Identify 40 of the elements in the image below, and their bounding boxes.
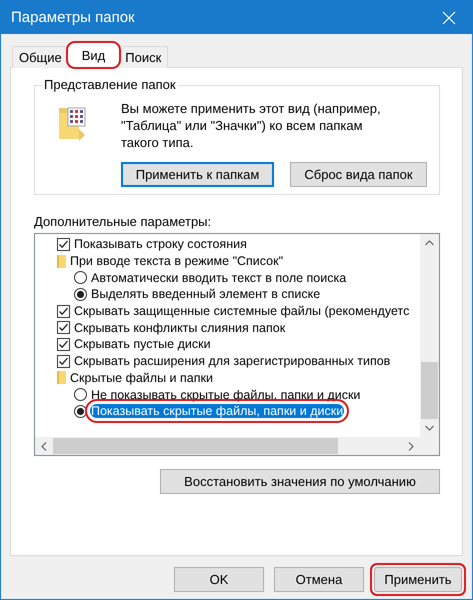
tab[interactable]: Вид — [66, 42, 120, 68]
dialog-button[interactable]: Отмена — [274, 567, 364, 592]
checkbox[interactable] — [57, 304, 70, 318]
checkbox[interactable] — [57, 354, 70, 368]
option-label: Автоматически вводить текст в поле поиска — [90, 270, 348, 285]
radio-button[interactable] — [74, 404, 87, 418]
group-title: Представление папок — [42, 77, 178, 92]
option-label: Скрывать защищенные системные файлы (рекомендуетс — [73, 304, 410, 318]
option-label: Показывать скрытые файлы, папки и диски — [90, 404, 344, 418]
folder-view-button[interactable]: Применить к папкам — [121, 162, 274, 187]
folder-view-icon — [57, 105, 87, 143]
radio-button[interactable] — [74, 288, 87, 301]
vertical-scrollbar[interactable] — [420, 234, 439, 437]
restore-defaults-button[interactable]: Восстановить значения по умолчанию — [160, 469, 440, 494]
option-label: Скрывать расширения для зарегистрированных типов — [73, 354, 392, 368]
option-label: Не показывать скрытые файлы, папки и диски — [90, 388, 362, 402]
option-label: Скрытые файлы и папки — [69, 370, 214, 385]
option-label: Скрывать пустые диски — [73, 337, 212, 352]
tab[interactable]: Общие — [12, 46, 69, 68]
radio-button[interactable] — [74, 388, 87, 402]
option-label: Скрывать конфликты слияния папок — [73, 320, 286, 335]
dialog-button[interactable]: OK — [174, 567, 264, 592]
radio-button[interactable] — [74, 271, 87, 284]
option-label: При вводе текста в режиме "Список" — [69, 254, 284, 268]
close-icon — [442, 10, 456, 24]
tab[interactable]: Поиск — [118, 46, 168, 68]
list-label: Дополнительные параметры: — [34, 214, 212, 229]
scroll-thumb[interactable] — [421, 362, 438, 419]
window-title: Параметры папок — [11, 9, 135, 26]
horizontal-scrollbar[interactable] — [35, 437, 420, 455]
folder-icon — [57, 254, 66, 268]
scroll-thumb[interactable] — [53, 438, 338, 454]
description-text: Вы можете применить этот вид (например, "Таблица" или "Значки") ко всем папкам такого типа. — [121, 100, 382, 151]
checkbox[interactable] — [57, 321, 70, 334]
checkbox[interactable] — [57, 338, 70, 351]
folder-icon — [57, 371, 66, 384]
option-label: Показывать строку состояния — [73, 237, 248, 252]
option-label: Выделять введенный элемент в списке — [90, 287, 322, 302]
folder-view-button[interactable]: Сброс вида папок — [290, 162, 427, 187]
checkbox[interactable] — [57, 238, 70, 251]
